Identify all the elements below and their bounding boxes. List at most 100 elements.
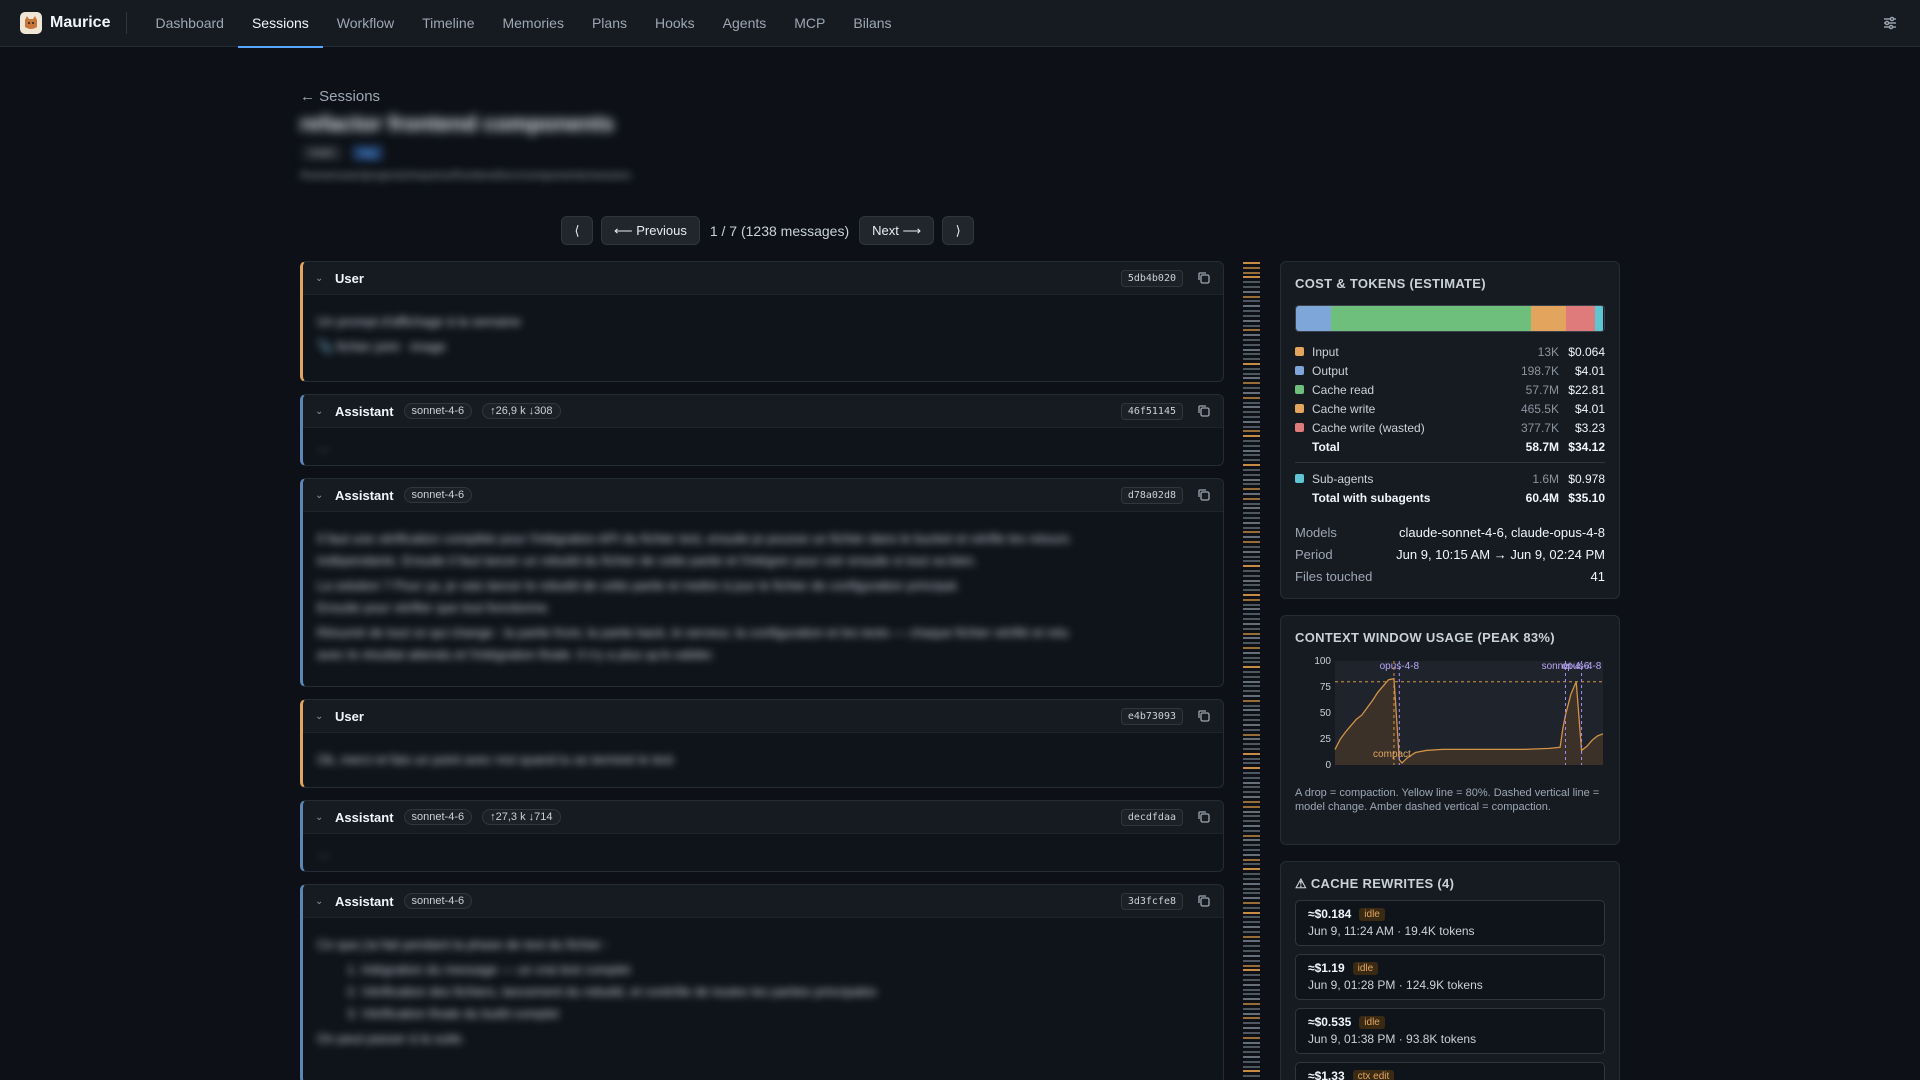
rewrite-cost: ≈$1.19: [1308, 961, 1345, 975]
copy-icon[interactable]: [1197, 709, 1211, 723]
cache-rewrite-item[interactable]: ≈$0.184 idle Jun 9, 11:24 AM · 19.4K toke…: [1295, 900, 1605, 946]
nav-timeline[interactable]: Timeline: [408, 0, 488, 47]
message-id: d78a02d8: [1120, 486, 1183, 504]
message-header[interactable]: ⌄ Assistant sonnet-4-6 ↑27,3 k ↓714 decd…: [303, 801, 1223, 834]
minimap-tick: [1243, 950, 1260, 952]
chevron-down-icon[interactable]: ⌄: [315, 406, 327, 417]
message-role: User: [335, 708, 364, 724]
chevron-down-icon[interactable]: ⌄: [315, 273, 327, 284]
minimap-tick: [1243, 560, 1260, 562]
copy-icon[interactable]: [1197, 271, 1211, 285]
minimap-tick: [1243, 272, 1260, 274]
rewrite-badge: ctx edit: [1352, 1069, 1395, 1080]
copy-icon[interactable]: [1197, 894, 1211, 908]
message-text: Résumé de tout ce qui change : la partie…: [317, 625, 1069, 640]
minimap-tick: [1243, 993, 1260, 995]
back-to-sessions-link[interactable]: ← Sessions: [300, 88, 380, 105]
y-tick-label: 100: [1314, 656, 1331, 667]
model-badge: sonnet-4-6: [403, 487, 473, 503]
cache-rewrite-item[interactable]: ≈$1.33 ctx edit: [1295, 1062, 1605, 1080]
chevron-down-icon[interactable]: ⌄: [315, 711, 327, 722]
cache-rewrite-item[interactable]: ≈$0.535 idle Jun 9, 01:38 PM · 93.8K toke…: [1295, 1008, 1605, 1054]
minimap-tick: [1243, 1056, 1260, 1058]
minimap-tick: [1243, 623, 1260, 625]
last-page-button[interactable]: ⟩: [942, 216, 975, 245]
rewrite-cost: ≈$0.184: [1308, 907, 1352, 921]
cache-rewrites-panel: ⚠ CACHE REWRITES (4) ≈$0.184 idle Jun 9, …: [1280, 861, 1620, 1080]
minimap-tick: [1243, 1042, 1260, 1044]
nav-bilans[interactable]: Bilans: [839, 0, 905, 47]
minimap-tick: [1243, 565, 1260, 567]
next-page-button[interactable]: Next ⟶: [859, 216, 935, 245]
message-body: Il faut une vérification complète pour l…: [303, 512, 1223, 682]
minimap-tick: [1243, 320, 1260, 322]
copy-icon[interactable]: [1197, 810, 1211, 824]
legend-swatch: [1295, 385, 1304, 394]
message-card: ⌄ User 5db4b020 Un prompt d'affichage à …: [300, 261, 1224, 382]
message-header[interactable]: ⌄ User 5db4b020: [303, 262, 1223, 295]
nav-memories[interactable]: Memories: [488, 0, 577, 47]
minimap-tick: [1243, 786, 1260, 788]
sliders-icon[interactable]: [1882, 15, 1898, 31]
chevron-down-icon[interactable]: ⌄: [315, 812, 327, 823]
minimap-tick: [1243, 762, 1260, 764]
message-header[interactable]: ⌄ Assistant sonnet-4-6 ↑26,9 k ↓308 46f5…: [303, 395, 1223, 428]
minimap-tick: [1243, 315, 1260, 317]
minimap-tick: [1243, 854, 1260, 856]
copy-icon[interactable]: [1197, 404, 1211, 418]
message-header[interactable]: ⌄ User e4b73093: [303, 700, 1223, 733]
minimap-tick: [1243, 844, 1260, 846]
nav-hooks[interactable]: Hooks: [641, 0, 709, 47]
minimap-tick: [1243, 454, 1260, 456]
nav-agents[interactable]: Agents: [709, 0, 781, 47]
minimap-tick: [1243, 1022, 1260, 1024]
cache-rewrite-item[interactable]: ≈$1.19 idle Jun 9, 01:28 PM · 124.9K toke…: [1295, 954, 1605, 1000]
session-title: refactor frontend components: [300, 111, 615, 136]
meta-period: Period Jun 9, 10:15 AM → Jun 9, 02:24 PM: [1295, 546, 1605, 562]
chevron-down-icon[interactable]: ⌄: [315, 490, 327, 501]
minimap-tick: [1243, 325, 1260, 327]
context-window-panel: CONTEXT WINDOW USAGE (PEAK 83%) 100 75 50 2…: [1280, 615, 1620, 845]
nav-sessions[interactable]: Sessions: [237, 0, 323, 48]
first-page-button[interactable]: ⟨: [561, 216, 593, 245]
minimap-tick: [1243, 281, 1260, 283]
message-id: 5db4b020: [1120, 269, 1183, 287]
nav-plans[interactable]: Plans: [578, 0, 641, 47]
legend-swatch: [1295, 366, 1304, 375]
minimap-tick: [1243, 363, 1260, 365]
message-text: 2. Vérification des fichiers, lancement …: [347, 984, 877, 999]
minimap-tick: [1243, 642, 1260, 644]
nav-mcp[interactable]: MCP: [780, 0, 839, 47]
top-navbar: Maurice Dashboard Sessions Workflow Time…: [0, 0, 1920, 48]
minimap-tick: [1243, 1051, 1260, 1053]
nav-dashboard[interactable]: Dashboard: [141, 0, 238, 47]
minimap-tick: [1243, 1075, 1260, 1077]
nav-workflow[interactable]: Workflow: [323, 0, 408, 47]
legend-swatch: [1295, 404, 1304, 413]
minimap-tick: [1243, 474, 1260, 476]
chevron-down-icon[interactable]: ⌄: [315, 896, 327, 907]
minimap-tick: [1243, 580, 1260, 582]
legend-swatch: [1295, 423, 1304, 432]
cost-bar-segment: [1331, 306, 1532, 331]
message-minimap[interactable]: [1243, 262, 1260, 1080]
y-tick-label: 75: [1320, 682, 1332, 693]
minimap-tick: [1243, 445, 1260, 447]
minimap-tick: [1243, 863, 1260, 865]
minimap-tick: [1243, 575, 1260, 577]
rewrite-detail: Jun 9, 01:28 PM · 124.9K tokens: [1308, 978, 1483, 992]
message-header[interactable]: ⌄ Assistant sonnet-4-6 3d3fcfe8: [303, 885, 1223, 918]
minimap-tick: [1243, 782, 1260, 784]
minimap-tick: [1243, 498, 1260, 500]
minimap-tick: [1243, 657, 1260, 659]
chart-note: A drop = compaction. Yellow line = 80%. …: [1295, 787, 1600, 813]
brand[interactable]: Maurice: [0, 12, 128, 34]
minimap-tick: [1243, 974, 1260, 976]
minimap-tick: [1243, 459, 1260, 461]
app-name: Maurice: [50, 14, 111, 31]
minimap-tick: [1243, 791, 1260, 793]
copy-icon[interactable]: [1197, 488, 1211, 502]
minimap-tick: [1243, 647, 1260, 649]
previous-page-button[interactable]: ⟵ Previous: [601, 216, 700, 245]
message-header[interactable]: ⌄ Assistant sonnet-4-6 d78a02d8: [303, 479, 1223, 512]
